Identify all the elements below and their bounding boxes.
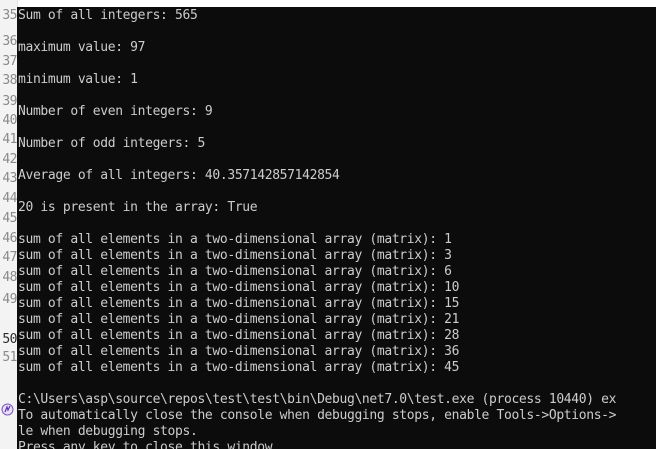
line-number: 39 — [2, 94, 17, 109]
console-line: Number of odd integers: 5 — [18, 136, 205, 151]
line-number: 35 — [2, 8, 17, 23]
line-number: 40 — [2, 113, 17, 128]
console-line: Average of all integers: 40.357142857142… — [18, 168, 340, 183]
console-line: sum of all elements in a two-dimensional… — [18, 248, 452, 263]
console-line: Number of even integers: 9 — [18, 104, 213, 119]
console-line: Sum of all integers: 565 — [18, 8, 198, 23]
line-number: 37 — [2, 54, 17, 69]
line-number: 38 — [2, 73, 17, 88]
console-line: C:\Users\asp\source\repos\test\test\bin\… — [18, 392, 617, 407]
line-number: 47 — [2, 250, 17, 265]
console-line: le when debugging stops. — [18, 424, 198, 439]
console-line: sum of all elements in a two-dimensional… — [18, 344, 460, 359]
line-number: 45 — [2, 211, 17, 226]
line-number: 36 — [2, 34, 17, 49]
line-number: 48 — [2, 270, 17, 285]
console-line: sum of all elements in a two-dimensional… — [18, 296, 460, 311]
console-line: sum of all elements in a two-dimensional… — [18, 264, 452, 279]
line-number: 43 — [2, 171, 17, 186]
console-line: To automatically close the console when … — [18, 408, 617, 423]
console-line: sum of all elements in a two-dimensional… — [18, 360, 460, 375]
line-number: 42 — [2, 152, 17, 167]
debug-console-output[interactable]: Sum of all integers: 565 maximum value: 9… — [17, 7, 656, 449]
console-line: sum of all elements in a two-dimensional… — [18, 280, 460, 295]
console-line: 20 is present in the array: True — [18, 200, 258, 215]
line-number: 41 — [2, 132, 17, 147]
line-number: 49 — [2, 292, 17, 307]
console-line: sum of all elements in a two-dimensional… — [18, 232, 452, 247]
console-line: sum of all elements in a two-dimensional… — [18, 328, 460, 343]
editor-line-number-gutter: 35 36 37 38 39 40 41 42 43 44 45 46 47 48 49 50 51 — [0, 0, 18, 449]
diagnostic-icon[interactable] — [1, 403, 14, 416]
console-line: minimum value: 1 — [18, 72, 138, 87]
line-number: 44 — [2, 191, 17, 206]
line-number: 51 — [2, 350, 17, 365]
ide-window: 35 36 37 38 39 40 41 42 43 44 45 46 47 48 49 50 51 Sum o… — [0, 0, 656, 449]
window-top-strip — [0, 0, 656, 7]
console-line: maximum value: 97 — [18, 40, 146, 55]
line-number: 50 — [2, 332, 17, 347]
line-number: 46 — [2, 231, 17, 246]
console-line: sum of all elements in a two-dimensional… — [18, 312, 460, 327]
console-line: Press any key to close this window . . . — [18, 440, 318, 449]
